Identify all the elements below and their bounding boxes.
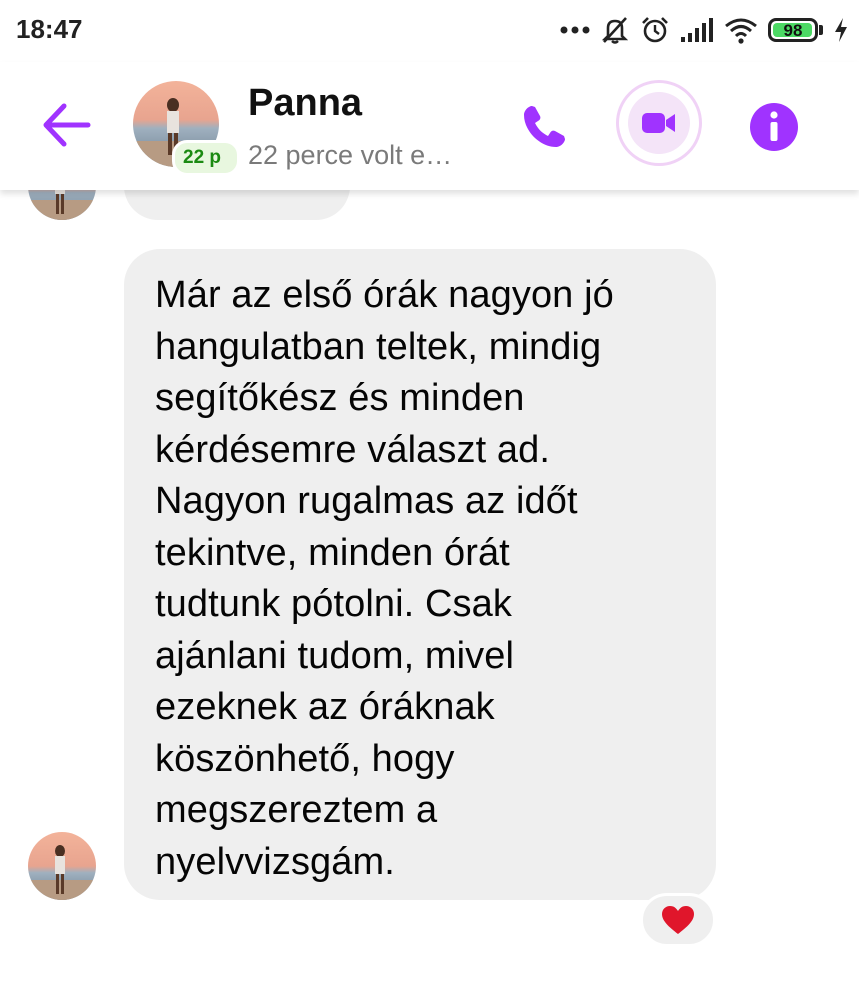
alarm-icon [642, 17, 668, 43]
message-line: segítőkész és minden [155, 377, 525, 419]
info-icon[interactable] [749, 102, 799, 152]
back-arrow-icon[interactable] [40, 102, 92, 148]
contact-name[interactable]: Panna [248, 82, 362, 125]
message-line: ezeknek az óráknak [155, 686, 495, 728]
sender-avatar[interactable] [28, 832, 96, 900]
more-dots-icon [560, 26, 590, 34]
message-bubble[interactable]: Már az első órák nagyon jó hangulatban t… [124, 249, 716, 900]
status-time: 18:47 [16, 14, 83, 44]
last-seen-status: 22 perce volt e… [248, 140, 453, 170]
message-line: kérdésemre választ ad. [155, 428, 551, 471]
phone-call-icon[interactable] [518, 101, 570, 153]
message-line: ajánlani tudom, mivel [155, 634, 515, 677]
message-line: köszönhető, hogy [155, 737, 455, 780]
status-bar: 18:47 98 [0, 0, 859, 62]
presence-badge: 22 p [172, 140, 240, 176]
message-line: tekintve, minden órát [155, 531, 510, 574]
message-line: tudtunk pótolni. Csak [155, 583, 512, 625]
battery-icon: 98 [768, 18, 823, 42]
message-line: Nagyon rugalmas az időt [155, 480, 578, 522]
signal-icon [681, 18, 713, 42]
heart-reaction[interactable] [640, 893, 716, 947]
status-icons: 98 [560, 12, 849, 48]
video-camera-icon [642, 113, 675, 133]
video-call-button[interactable] [616, 80, 702, 166]
conversation-header: 22 p Panna 22 perce volt e… [0, 62, 859, 190]
battery-level: 98 [783, 20, 803, 40]
message-line: Már az első órák nagyon jó [155, 274, 614, 316]
charging-icon [835, 18, 847, 42]
message-line: nyelvvizsgám. [155, 840, 395, 883]
message-line: megszereztem a [155, 789, 438, 831]
wifi-icon [725, 18, 757, 44]
message-line: hangulatban teltek, mindig [155, 325, 602, 368]
bell-off-icon [601, 17, 629, 44]
heart-icon [662, 906, 694, 934]
